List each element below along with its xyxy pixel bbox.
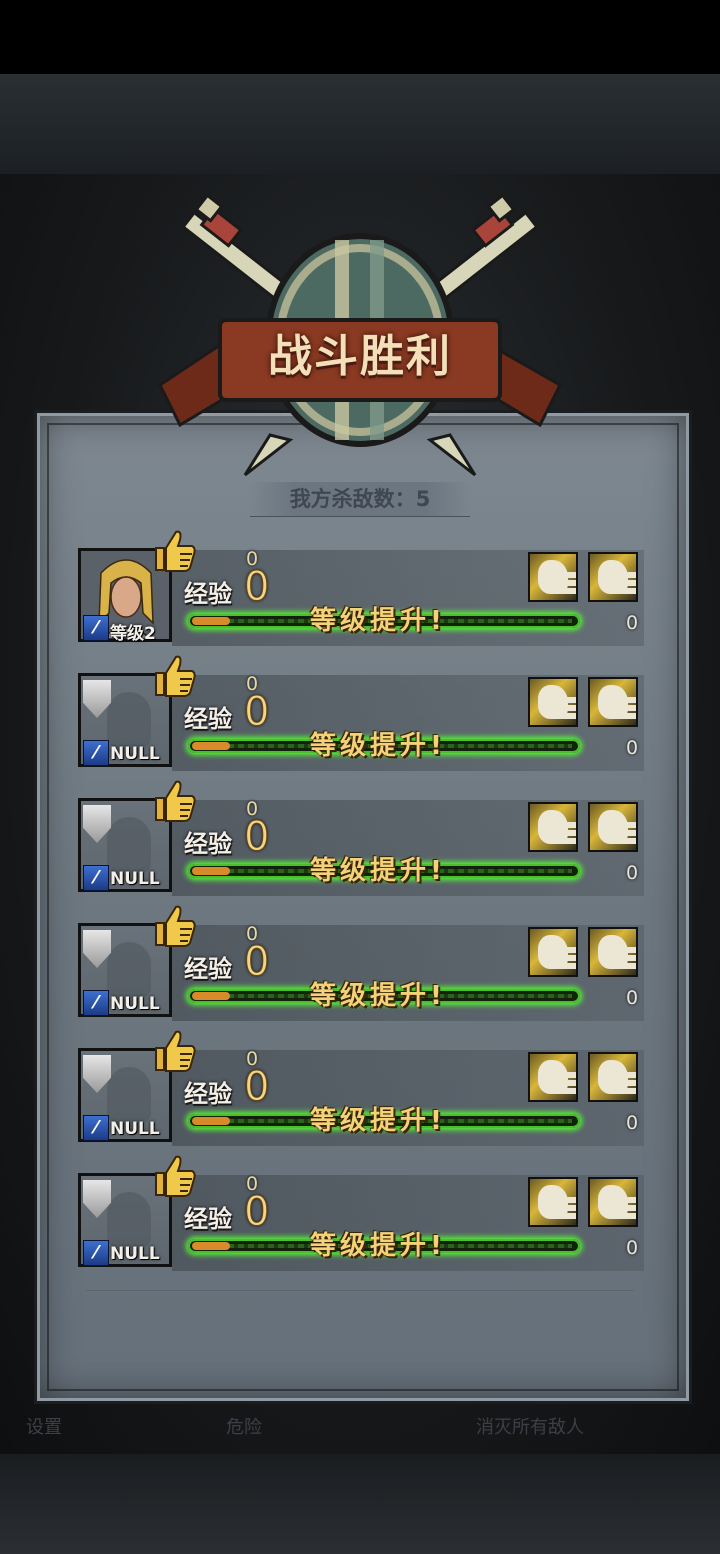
eagle-medal-icon [588, 1052, 638, 1102]
kill-count-value: 5 [415, 487, 431, 511]
exp-progress-fill [192, 1117, 230, 1125]
exp-value: 0 [243, 689, 270, 736]
thumbs-up-icon [155, 905, 196, 947]
hero-result-row: ⁄ NULL 0 经验 0 等级提升! 0 [78, 780, 644, 896]
sword-class-icon: ⁄ [83, 740, 109, 766]
thumbs-up-icon [155, 1030, 196, 1072]
level-up-label: 等级提升! [310, 981, 446, 1011]
hero-result-row: ⁄ NULL 0 经验 0 等级提升! 0 [78, 1155, 644, 1271]
exp-remaining-value: 0 [626, 1112, 639, 1134]
sword-class-icon: ⁄ [83, 615, 109, 641]
empty-helmet-icon [107, 692, 151, 748]
eagle-medal-icon [528, 802, 578, 852]
level-up-label: 等级提升! [310, 606, 446, 636]
level-up-label: 等级提升! [310, 856, 446, 886]
victory-title: 战斗胜利 [268, 331, 452, 382]
eagle-medal-icon [588, 677, 638, 727]
danger-hint-label: 危险 [226, 1417, 262, 1438]
empty-helmet-icon [107, 817, 151, 873]
sword-class-icon: ⁄ [83, 1240, 109, 1266]
exp-label: 经验 [184, 830, 232, 858]
eagle-medal-icon [528, 677, 578, 727]
exp-remaining-value: 0 [626, 1237, 639, 1259]
kill-count-text: 我方杀敌数： [289, 487, 416, 511]
exp-label: 经验 [184, 1205, 232, 1233]
settings-hint-label: 设置 [26, 1417, 62, 1438]
kill-count-label: 我方杀敌数：5 [250, 482, 470, 517]
exp-progress-fill [192, 742, 230, 750]
level-up-label: 等级提升! [310, 1231, 446, 1261]
eagle-medal-icon [588, 1177, 638, 1227]
sword-class-icon: ⁄ [83, 990, 109, 1016]
empty-helmet-icon [107, 942, 151, 998]
eagle-medal-icon [588, 552, 638, 602]
hero-level-label: NULL [110, 1119, 160, 1139]
hero-result-row: ⁄ NULL 0 经验 0 等级提升! 0 [78, 905, 644, 1021]
empty-helmet-icon [107, 1067, 151, 1123]
exp-remaining-value: 0 [626, 987, 639, 1009]
exp-label: 经验 [184, 1080, 232, 1108]
bottom-strip [0, 1454, 720, 1554]
exp-label: 经验 [184, 705, 232, 733]
eagle-medal-icon [588, 927, 638, 977]
exp-value: 0 [243, 1189, 270, 1236]
exp-progress-fill [192, 617, 230, 625]
exp-remaining-value: 0 [626, 737, 639, 759]
thumbs-up-icon [155, 780, 196, 822]
thumbs-up-icon [155, 530, 196, 572]
background-sky [0, 74, 720, 174]
thumbs-up-icon [155, 655, 196, 697]
eagle-medal-icon [528, 927, 578, 977]
exp-label: 经验 [184, 580, 232, 608]
hero-level-label: NULL [110, 869, 160, 889]
hero-result-row: ⁄ NULL 0 经验 0 等级提升! 0 [78, 1030, 644, 1146]
hero-result-row: ⁄ 等级2 0 经验 0 等级提升! 0 [78, 530, 644, 646]
exp-remaining-value: 0 [626, 612, 639, 634]
exp-value: 0 [243, 1064, 270, 1111]
exp-progress-fill [192, 867, 230, 875]
exp-progress-fill [192, 992, 230, 1000]
exp-value: 0 [243, 939, 270, 986]
level-up-label: 等级提升! [310, 731, 446, 761]
exp-label: 经验 [184, 955, 232, 983]
hero-level-label: NULL [110, 1244, 160, 1264]
exp-remaining-value: 0 [626, 862, 639, 884]
panel-divider [86, 1290, 634, 1291]
bottom-hint-bar: 设置 危险 消灭所有敌人 [0, 1395, 720, 1455]
hero-level-label: NULL [110, 994, 160, 1014]
thumbs-up-icon [155, 1155, 196, 1197]
eagle-medal-icon [528, 552, 578, 602]
top-black-bar [0, 0, 720, 74]
level-up-label: 等级提升! [310, 1106, 446, 1136]
exp-value: 0 [243, 564, 270, 611]
hero-result-row: ⁄ NULL 0 经验 0 等级提升! 0 [78, 655, 644, 771]
hero-level-label: NULL [110, 744, 160, 764]
empty-helmet-icon [107, 1192, 151, 1248]
hero-level-label: 等级2 [110, 624, 156, 644]
sword-class-icon: ⁄ [83, 1115, 109, 1141]
objective-hint-label: 消灭所有敌人 [476, 1417, 584, 1438]
eagle-medal-icon [528, 1052, 578, 1102]
eagle-medal-icon [528, 1177, 578, 1227]
exp-progress-fill [192, 1242, 230, 1250]
eagle-medal-icon [588, 802, 638, 852]
exp-value: 0 [243, 814, 270, 861]
sword-class-icon: ⁄ [83, 865, 109, 891]
